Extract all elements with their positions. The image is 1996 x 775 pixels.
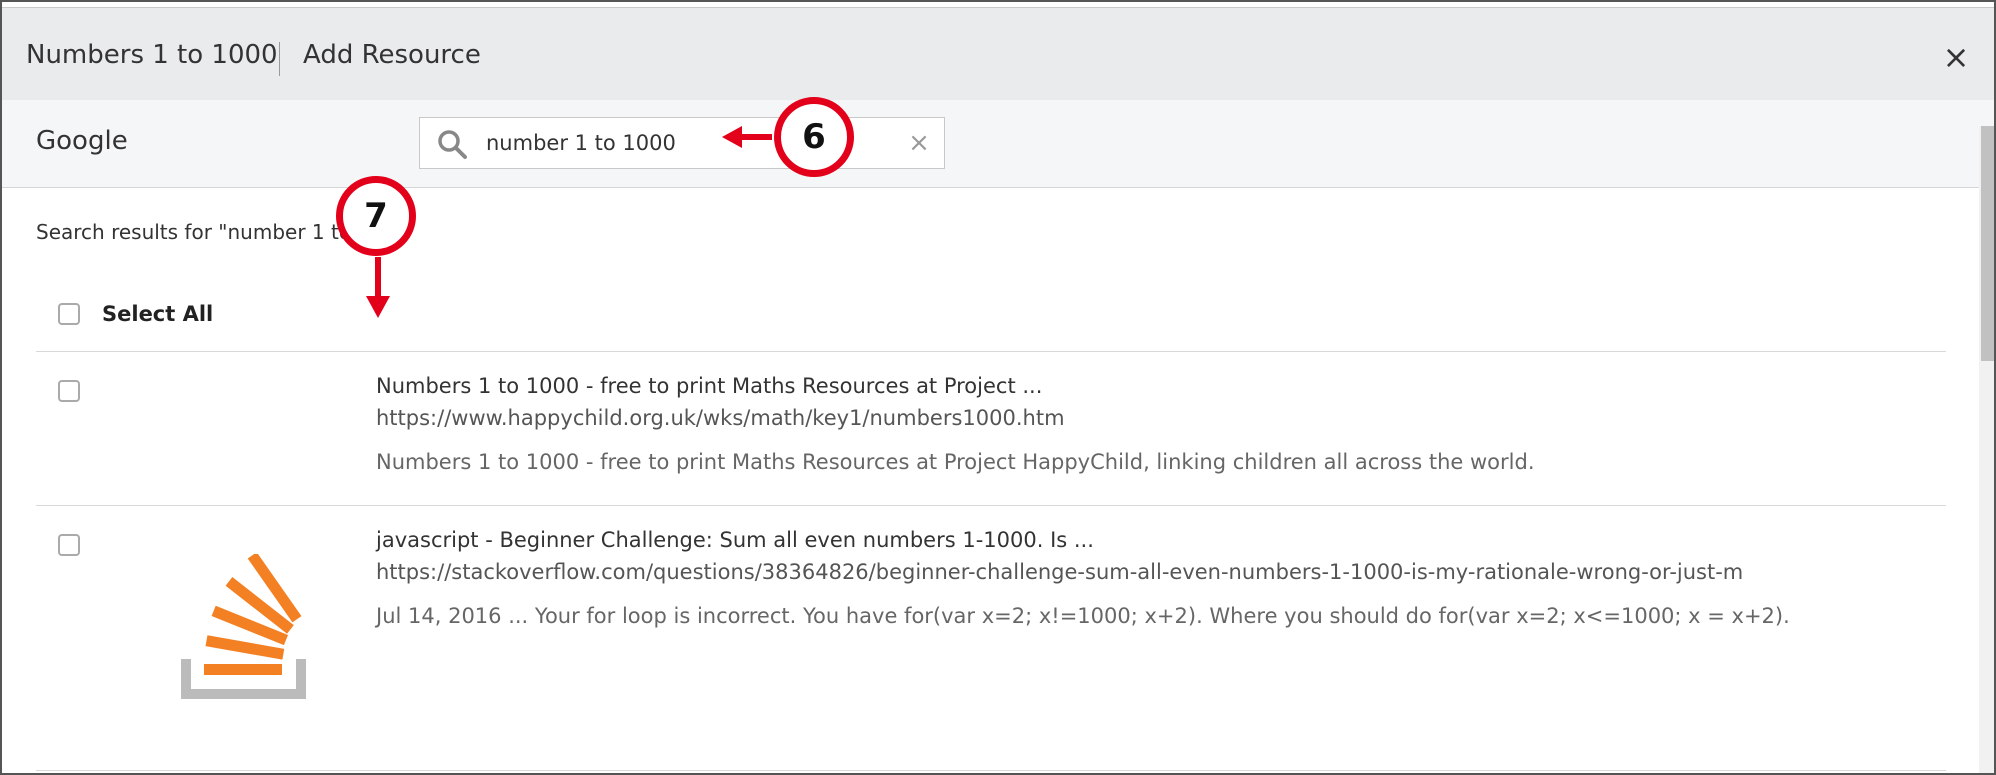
dialog-header: Numbers 1 to 1000 Add Resource × [2, 7, 1994, 100]
select-all-checkbox[interactable] [58, 303, 80, 325]
result-snippet: Jul 14, 2016 ... Your for loop is incorr… [376, 604, 1790, 628]
select-all-label: Select All [102, 302, 214, 326]
divider [36, 351, 1946, 352]
search-icon [438, 130, 467, 159]
select-all-row[interactable]: Select All [58, 300, 213, 328]
add-resource-dialog: Numbers 1 to 1000 Add Resource × Google … [0, 0, 1996, 775]
search-results-heading: Search results for "number 1 to [36, 220, 352, 244]
annotation-callout-7: 7 [336, 176, 416, 256]
header-divider [279, 42, 280, 76]
result-title[interactable]: Numbers 1 to 1000 - free to print Maths … [376, 374, 1042, 398]
scrollbar-thumb[interactable] [1981, 126, 1994, 361]
lesson-title: Numbers 1 to 1000 [26, 40, 278, 70]
search-bar: Google × [2, 100, 1994, 188]
result-checkbox[interactable] [58, 534, 80, 556]
annotation-callout-6: 6 [774, 97, 854, 177]
result-snippet: Numbers 1 to 1000 - free to print Maths … [376, 450, 1535, 474]
result-url[interactable]: https://stackoverflow.com/questions/3836… [376, 560, 1743, 584]
stackoverflow-logo-icon [181, 554, 306, 699]
result-url[interactable]: https://www.happychild.org.uk/wks/math/k… [376, 406, 1065, 430]
divider [36, 770, 1946, 771]
search-result-item: Numbers 1 to 1000 - free to print Maths … [36, 374, 1946, 490]
dialog-title: Add Resource [303, 40, 481, 70]
search-result-item: javascript - Beginner Challenge: Sum all… [36, 528, 1946, 764]
result-title[interactable]: javascript - Beginner Challenge: Sum all… [376, 528, 1094, 552]
scrollbar[interactable] [1979, 126, 1994, 773]
close-icon[interactable]: × [1939, 40, 1973, 74]
divider [36, 505, 1946, 506]
clear-search-icon[interactable]: × [904, 128, 934, 158]
result-checkbox[interactable] [58, 380, 80, 402]
search-box[interactable]: × [419, 117, 945, 169]
search-provider-label: Google [36, 126, 128, 156]
